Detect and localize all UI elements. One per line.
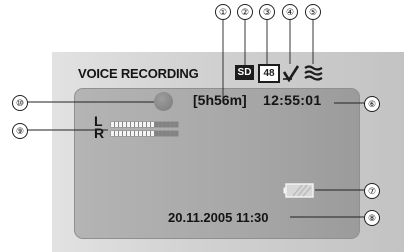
callout-5: ⑤ [305, 4, 321, 20]
callout-2: ② [237, 4, 253, 20]
callout-10: ⑩ [12, 95, 28, 111]
callout-4: ④ [282, 4, 298, 20]
callout-3: ③ [259, 4, 275, 20]
callout-8: ⑧ [364, 210, 380, 226]
callout-leaders [27, 19, 364, 218]
callout-9: ⑨ [12, 123, 28, 139]
callout-7: ⑦ [364, 183, 380, 199]
callout-6: ⑥ [364, 96, 380, 112]
callout-1: ① [215, 4, 231, 20]
